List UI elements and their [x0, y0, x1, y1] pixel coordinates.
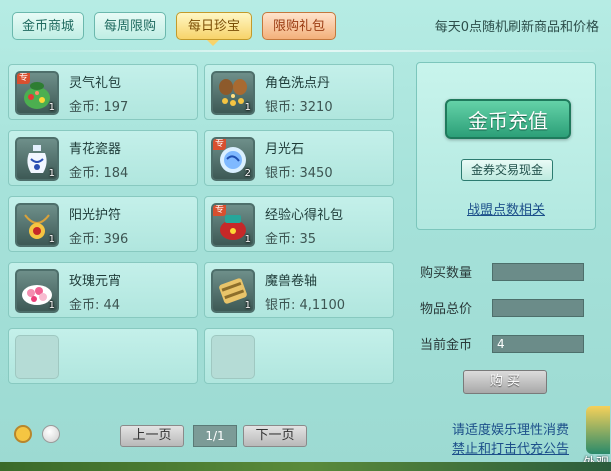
buy-quantity-label: 购买数量 [420, 266, 473, 281]
shop-panel: 金币商城 每周限购 每日珍宝 限购礼包 每天0点随机刷新商品和价格 专 1 灵气… [0, 0, 611, 471]
next-page-button[interactable]: 下一页 [243, 425, 307, 447]
empty-item-slot [204, 328, 394, 384]
current-gold-label: 当前金币 [420, 338, 473, 353]
current-gold-field: 4 [492, 335, 584, 353]
item-price: 金币: 184 [69, 166, 129, 181]
empty-item-slot [8, 328, 198, 384]
total-price-label: 物品总价 [420, 302, 473, 317]
pearl-icon[interactable] [42, 425, 60, 443]
refresh-notice: 每天0点随机刷新商品和价格 [434, 20, 599, 35]
item-price: 金币: 35 [265, 232, 317, 247]
item-price: 金币: 197 [69, 100, 129, 115]
item-quantity: 2 [244, 168, 251, 179]
item-price: 金币: 396 [69, 232, 129, 247]
item-name: 灵气礼包 [69, 76, 122, 91]
league-points-link[interactable]: 战盟点数相关 [417, 199, 595, 218]
prev-page-button[interactable]: 上一页 [120, 425, 184, 447]
spirit-bag-icon: 专 1 [15, 71, 59, 115]
reset-pill-icon: 1 [211, 71, 255, 115]
item-name: 角色洗点丹 [265, 76, 331, 91]
item-name: 魔兽卷轴 [265, 274, 318, 289]
item-card-reset-pill[interactable]: 1 角色洗点丹 银币: 3210 [204, 64, 394, 120]
empty-slot-icon [15, 335, 59, 379]
rose-dumpling-icon: 1 [15, 269, 59, 313]
exclusive-tag: 专 [17, 73, 31, 84]
coupon-trade-button[interactable]: 金券交易现金 [461, 159, 553, 181]
tab-limited-pack[interactable]: 限购礼包 [262, 12, 336, 40]
tab-gold-shop[interactable]: 金币商城 [12, 12, 84, 40]
appearance-dragon-icon[interactable] [586, 406, 610, 454]
recharge-panel: 金币充值 金券交易现金 战盟点数相关 [416, 62, 596, 230]
item-quantity: 1 [244, 102, 251, 113]
item-quantity: 1 [48, 300, 55, 311]
sun-amulet-icon: 1 [15, 203, 59, 247]
item-name: 月光石 [265, 142, 305, 157]
exp-bag-icon: 专 1 [211, 203, 255, 247]
item-quantity: 1 [48, 234, 55, 245]
item-card-beast-scroll[interactable]: 1 魔兽卷轴 银币: 4,1100 [204, 262, 394, 318]
porcelain-vase-icon: 1 [15, 137, 59, 181]
exclusive-tag: 专 [213, 139, 227, 150]
empty-slot-icon [211, 335, 255, 379]
item-quantity: 1 [48, 168, 55, 179]
bottom-scene-strip [0, 462, 611, 471]
active-tab-pointer [207, 40, 219, 46]
item-name: 玫瑰元宵 [69, 274, 122, 289]
buy-quantity-field[interactable] [492, 263, 584, 281]
beast-scroll-icon: 1 [211, 269, 255, 313]
item-card-sun-amulet[interactable]: 1 阳光护符 金币: 396 [8, 196, 198, 252]
anti-proxy-recharge-link[interactable]: 禁止和打击代充公告 [452, 438, 569, 457]
gold-recharge-button[interactable]: 金币充值 [445, 99, 571, 139]
item-price: 银币: 4,1100 [265, 298, 345, 313]
item-price: 银币: 3450 [265, 166, 333, 181]
tab-weekly-limit[interactable]: 每周限购 [94, 12, 166, 40]
rational-spending-notice: 请适度娱乐理性消费 [451, 423, 569, 438]
item-card-rose-dumpling[interactable]: 1 玫瑰元宵 金币: 44 [8, 262, 198, 318]
moonstone-icon: 专 2 [211, 137, 255, 181]
item-price: 金币: 44 [69, 298, 121, 313]
item-quantity: 1 [244, 300, 251, 311]
item-price: 银币: 3210 [265, 100, 333, 115]
item-card-spirit-bag[interactable]: 专 1 灵气礼包 金币: 197 [8, 64, 198, 120]
item-name: 经验心得礼包 [265, 208, 344, 223]
item-card-moonstone[interactable]: 专 2 月光石 银币: 3450 [204, 130, 394, 186]
tab-daily-treasure[interactable]: 每日珍宝 [176, 12, 252, 40]
item-quantity: 1 [244, 234, 251, 245]
total-price-field [492, 299, 584, 317]
exclusive-tag: 专 [213, 205, 227, 216]
magnifier-icon[interactable] [14, 425, 32, 443]
item-name: 阳光护符 [69, 208, 122, 223]
item-card-exp-bag[interactable]: 专 1 经验心得礼包 金币: 35 [204, 196, 394, 252]
page-indicator: 1/1 [193, 425, 237, 447]
item-name: 青花瓷器 [69, 142, 122, 157]
item-card-porcelain[interactable]: 1 青花瓷器 金币: 184 [8, 130, 198, 186]
buy-button[interactable]: 购 买 [463, 370, 547, 394]
header-divider [8, 50, 603, 52]
item-quantity: 1 [48, 102, 55, 113]
